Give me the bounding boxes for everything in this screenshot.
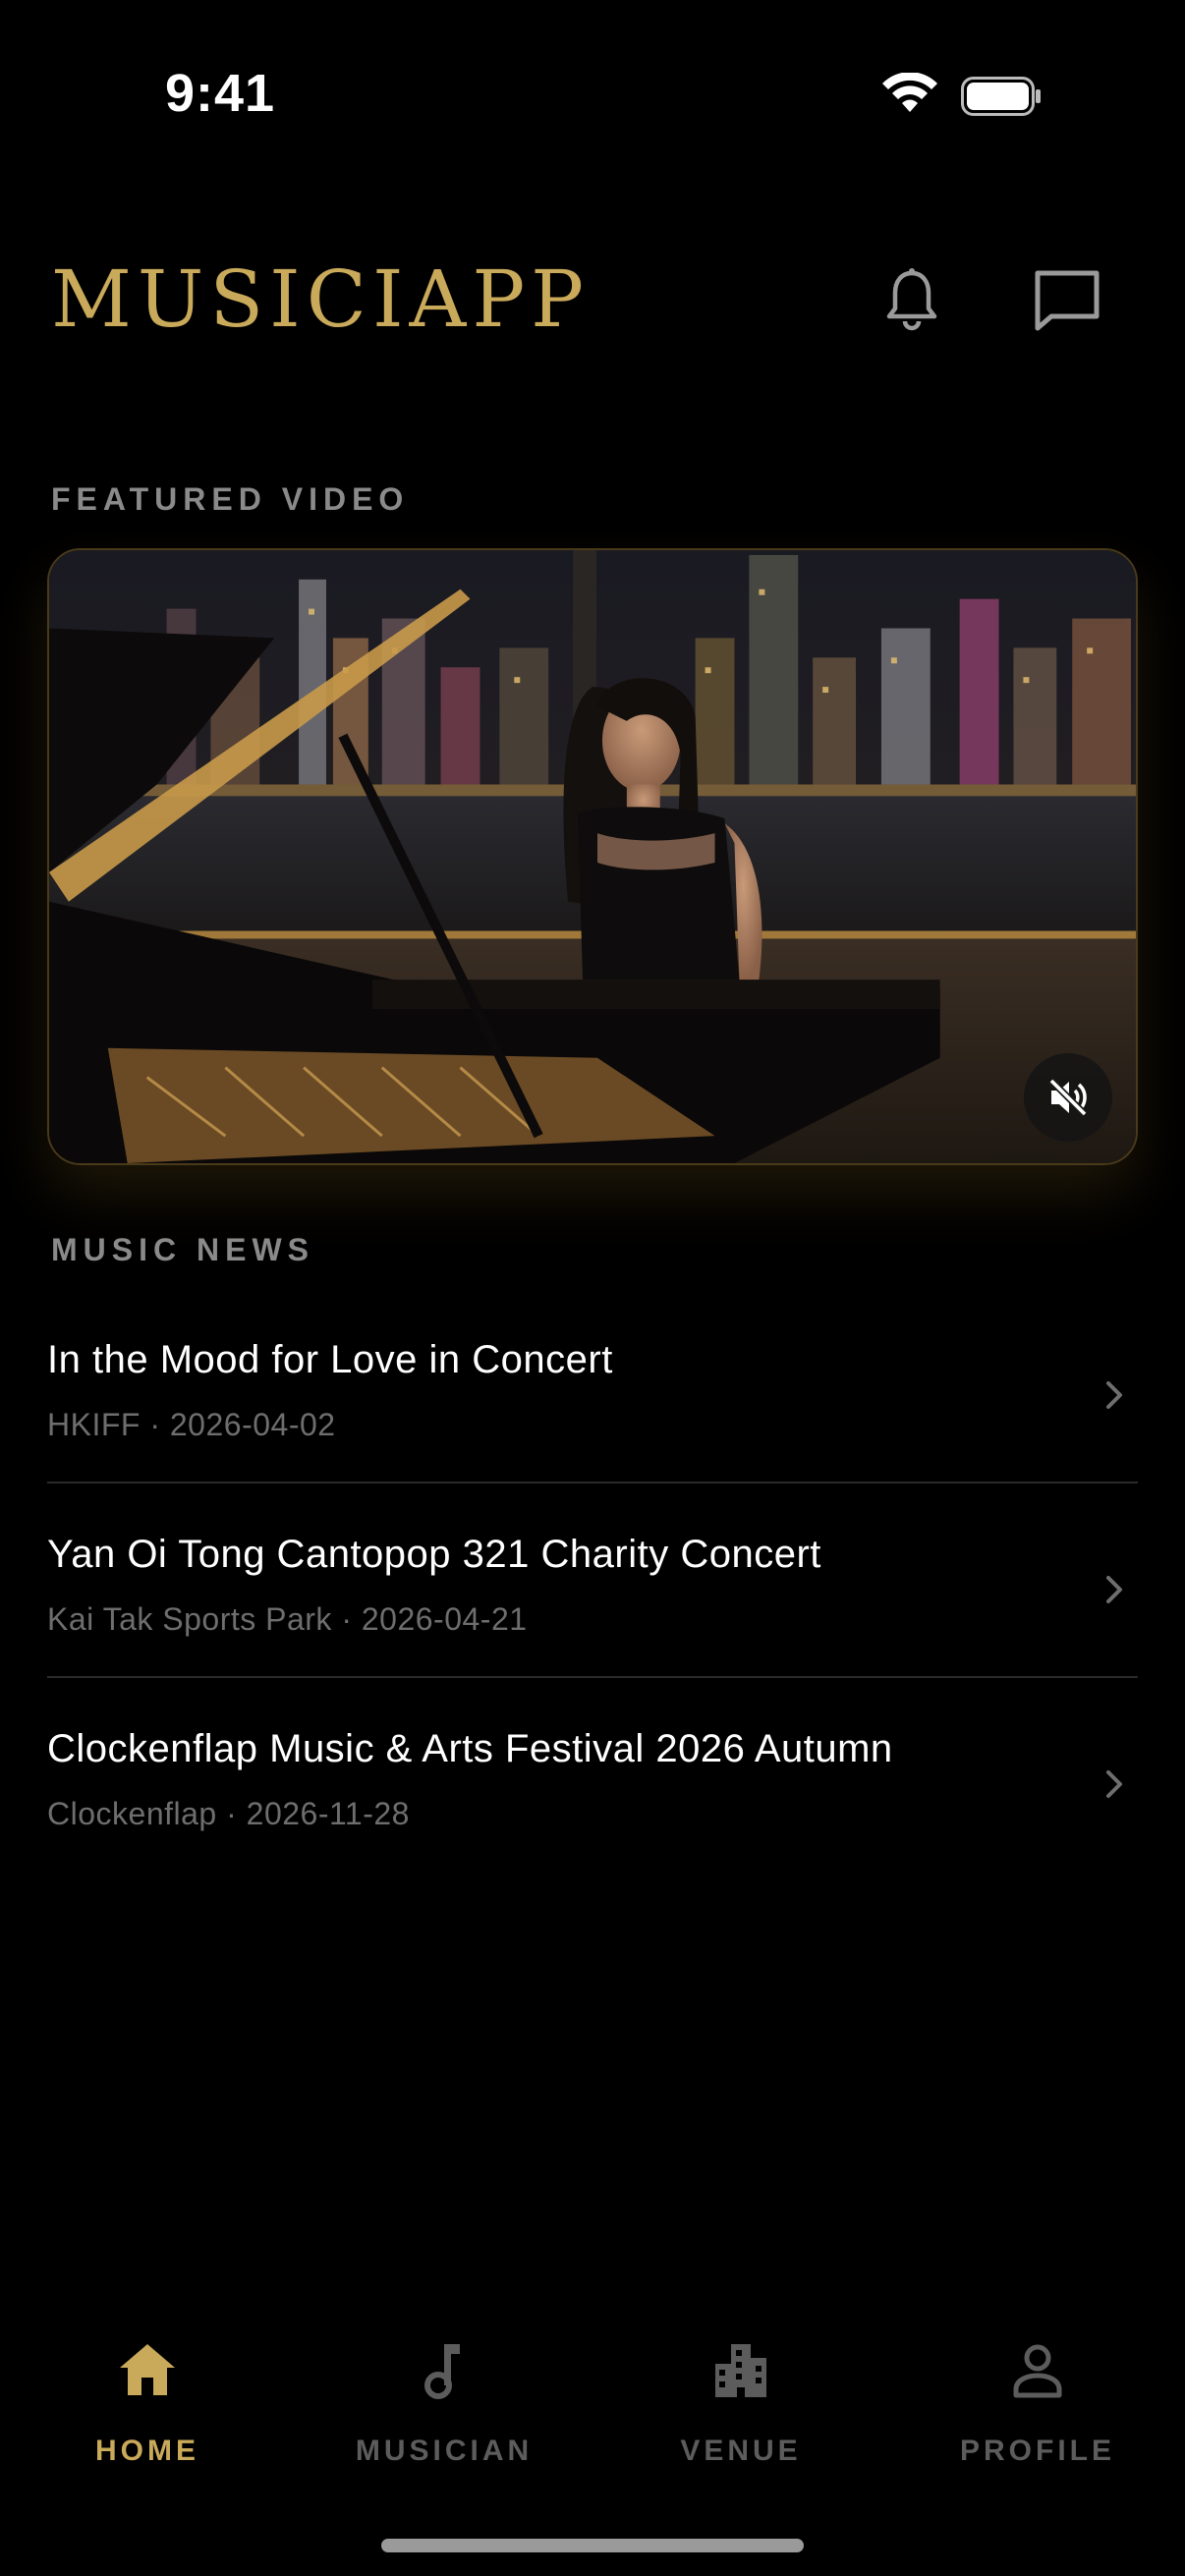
news-meta: Clockenflap · 2026-11-28 xyxy=(47,1796,410,1831)
mute-button[interactable] xyxy=(1024,1053,1112,1142)
tab-profile-label: PROFILE xyxy=(959,2435,1115,2467)
featured-video-heading: FEATURED VIDEO xyxy=(51,481,410,517)
status-time: 9:41 xyxy=(165,64,276,123)
home-indicator[interactable] xyxy=(381,2539,804,2552)
news-item[interactable]: Clockenflap Music & Arts Festival 2026 A… xyxy=(47,1678,1138,1873)
chevron-right-icon xyxy=(1106,1381,1122,1409)
news-item[interactable]: In the Mood for Love in Concert HKIFF · … xyxy=(47,1289,1138,1484)
news-title: In the Mood for Love in Concert xyxy=(47,1338,613,1381)
chevron-right-icon xyxy=(1106,1576,1122,1603)
news-meta: Kai Tak Sports Park · 2026-04-21 xyxy=(47,1601,528,1637)
wifi-icon xyxy=(882,73,937,112)
tab-profile[interactable]: PROFILE xyxy=(910,2340,1165,2468)
tab-venue-label: VENUE xyxy=(680,2435,802,2467)
tab-musician[interactable]: MUSICIAN xyxy=(316,2340,572,2468)
music-note-icon xyxy=(424,2344,460,2399)
tab-home-label: HOME xyxy=(95,2435,199,2467)
tab-venue[interactable]: VENUE xyxy=(613,2340,869,2468)
building-icon xyxy=(715,2344,766,2397)
person-icon xyxy=(1013,2344,1062,2398)
battery-icon xyxy=(961,77,1041,116)
tab-home[interactable]: HOME xyxy=(20,2340,275,2468)
news-list: In the Mood for Love in Concert HKIFF · … xyxy=(47,1289,1138,1873)
news-meta: HKIFF · 2026-04-02 xyxy=(47,1407,336,1442)
featured-video-player[interactable] xyxy=(47,548,1138,1165)
bell-icon[interactable] xyxy=(879,267,944,332)
tab-bar: HOME MUSICIAN VENUE PROFILE xyxy=(0,2319,1185,2476)
home-icon xyxy=(120,2344,175,2395)
music-news-heading: MUSIC NEWS xyxy=(51,1232,314,1267)
news-title: Clockenflap Music & Arts Festival 2026 A… xyxy=(47,1727,893,1770)
status-bar: 9:41 xyxy=(0,0,1185,187)
app-header: MUSICIAPP xyxy=(0,246,1185,354)
tab-musician-label: MUSICIAN xyxy=(355,2435,534,2467)
chevron-right-icon xyxy=(1106,1770,1122,1798)
news-title: Yan Oi Tong Cantopop 321 Charity Concert xyxy=(47,1533,821,1576)
volume-muted-icon xyxy=(1048,1078,1088,1117)
chat-icon[interactable] xyxy=(1032,267,1102,334)
video-thumbnail xyxy=(49,550,1136,1163)
news-item[interactable]: Yan Oi Tong Cantopop 321 Charity Concert… xyxy=(47,1484,1138,1678)
app-logo: MUSICIAPP xyxy=(51,253,590,345)
